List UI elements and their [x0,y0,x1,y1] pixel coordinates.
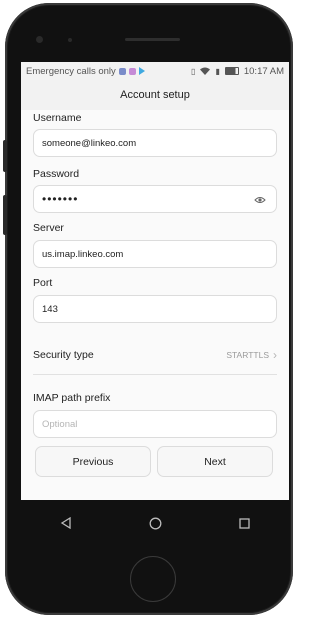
server-field[interactable]: us.imap.linkeo.com [33,240,277,268]
earpiece-speaker [125,38,180,41]
status-bar: Emergency calls only ▯ ▮ 10:17 AM [21,62,289,80]
hardware-home-button[interactable] [130,556,176,602]
port-label: Port [33,277,53,289]
sim-icon [118,67,126,75]
carrier-text: Emergency calls only [26,65,116,77]
divider [33,374,277,375]
vibrate-icon: ▯ [191,66,196,76]
wifi-icon [200,67,211,75]
notification-icon [128,67,136,75]
sensor-icon [68,38,72,42]
navigation-bar [21,500,289,546]
screen: Emergency calls only ▯ ▮ 10:17 AM Accoun… [21,62,289,500]
password-label: Password [33,168,80,180]
security-type-value: STARTTLS [226,350,269,360]
server-label: Server [33,222,64,234]
imap-prefix-field[interactable]: Optional [33,410,277,438]
security-type-selector: STARTTLS › [226,348,277,362]
username-label: Username [33,112,82,124]
show-password-icon[interactable] [254,194,266,206]
volume-button [3,140,7,172]
back-icon[interactable] [60,517,72,529]
previous-button[interactable]: Previous [35,446,151,477]
username-field[interactable]: someone@linkeo.com [33,129,277,157]
data-icon: ▮ [215,66,220,76]
port-field[interactable]: 143 [33,295,277,323]
password-field[interactable]: ••••••• [33,185,277,213]
battery-icon [224,67,239,75]
form-card: Username someone@linkeo.com Password •••… [21,110,289,500]
recents-icon[interactable] [239,517,250,529]
front-camera-icon [36,36,43,43]
security-type-row[interactable]: Security type STARTTLS › [33,343,277,367]
imap-prefix-label: IMAP path prefix [33,392,111,404]
next-button[interactable]: Next [157,446,273,477]
power-button [3,195,7,235]
home-icon[interactable] [149,517,162,530]
password-value: ••••••• [42,192,79,206]
security-type-label: Security type [33,349,94,361]
chevron-right-icon: › [273,348,277,362]
clock: 10:17 AM [243,65,284,77]
page-title: Account setup [120,89,190,101]
play-icon [138,67,145,75]
